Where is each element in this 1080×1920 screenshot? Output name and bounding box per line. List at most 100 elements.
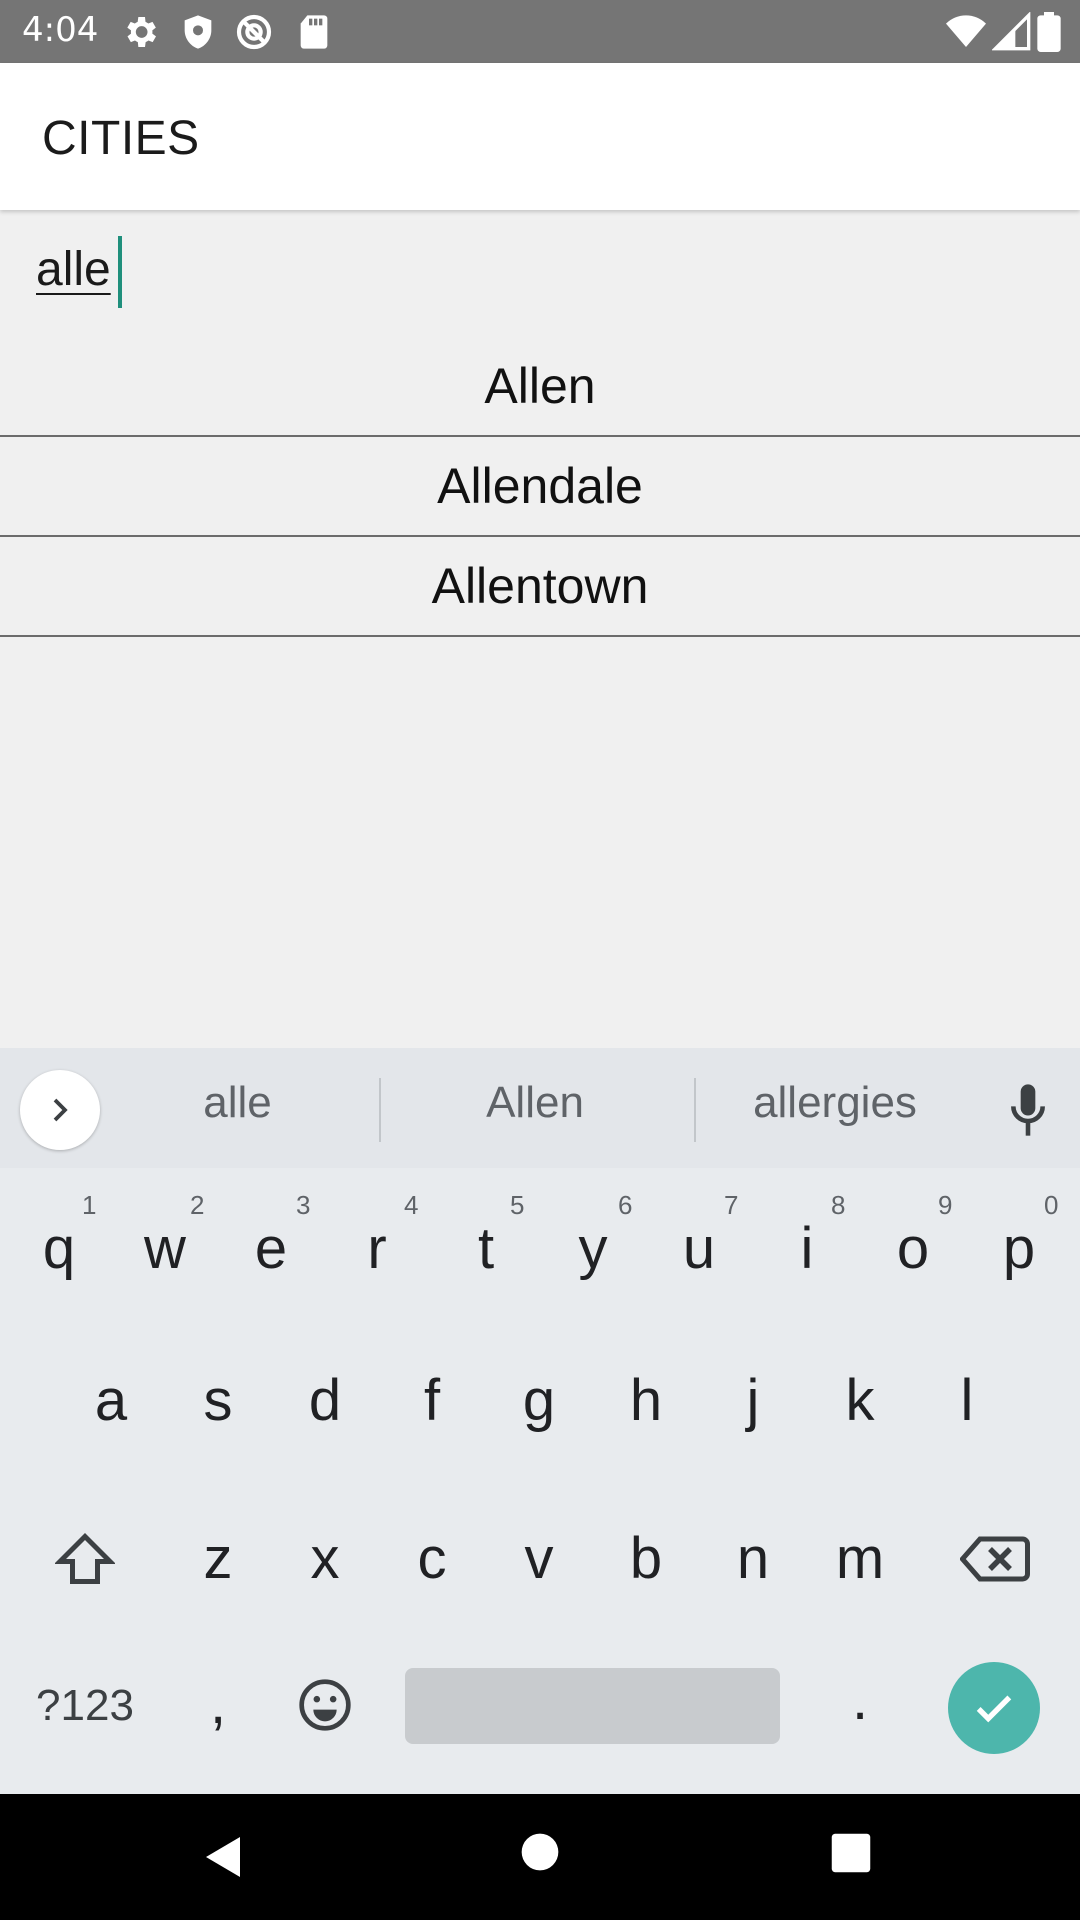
search-input[interactable]: alle — [36, 242, 111, 297]
key-label: e — [254, 1215, 288, 1281]
list-item[interactable]: Allendale — [0, 437, 1080, 537]
key-label: a — [94, 1367, 128, 1433]
key-label: g — [522, 1367, 556, 1433]
key-d[interactable]: d — [282, 1358, 368, 1442]
suggestion-3[interactable]: allergies — [735, 1078, 935, 1128]
status-bar: 4:04 — [0, 0, 1080, 63]
key-c[interactable]: c — [389, 1516, 475, 1600]
app-bar: CITIES — [0, 63, 1080, 210]
emoji-icon — [299, 1679, 351, 1731]
key-label: y — [578, 1215, 608, 1281]
key-hint: 1 — [82, 1190, 97, 1220]
status-time: 4:04 — [22, 10, 99, 50]
key-a[interactable]: a — [68, 1358, 154, 1442]
sd-card-icon — [300, 15, 328, 49]
suggestion-2[interactable]: Allen — [440, 1078, 630, 1128]
key-hint: 6 — [618, 1190, 633, 1220]
key-n[interactable]: n — [710, 1516, 796, 1600]
key-label: w — [144, 1215, 186, 1281]
expand-toolbar-button[interactable] — [20, 1070, 100, 1150]
key-label: d — [308, 1367, 342, 1433]
recents-icon[interactable] — [830, 1832, 872, 1874]
key-z[interactable]: z — [175, 1516, 261, 1600]
shield-icon — [184, 15, 212, 49]
signal-icon — [992, 12, 1031, 51]
key-g[interactable]: g — [496, 1358, 582, 1442]
key-label: u — [682, 1215, 716, 1281]
text-cursor — [118, 236, 122, 308]
key-v[interactable]: v — [496, 1516, 582, 1600]
at-sign-icon — [236, 14, 272, 50]
key-label: r — [367, 1215, 387, 1281]
key-k[interactable]: k — [817, 1358, 903, 1442]
chevron-right-icon — [53, 1098, 68, 1122]
backspace-key[interactable] — [950, 1514, 1040, 1604]
key-label: , — [209, 1670, 227, 1736]
suggestion-divider — [694, 1078, 696, 1142]
soft-keyboard: alle Allen allergies q 1 w 2 e 3 r 4 t 5… — [0, 1048, 1080, 1794]
key-label: p — [1002, 1215, 1036, 1281]
key-label: t — [477, 1215, 495, 1281]
emoji-key[interactable] — [282, 1662, 368, 1748]
key-f[interactable]: f — [389, 1358, 475, 1442]
key-j[interactable]: j — [710, 1358, 796, 1442]
shift-icon — [55, 1532, 115, 1584]
key-label: q — [42, 1215, 76, 1281]
home-icon[interactable] — [520, 1832, 560, 1872]
key-label: z — [203, 1525, 233, 1591]
key-x[interactable]: x — [282, 1516, 368, 1600]
suggestion-divider — [379, 1078, 381, 1142]
key-label: v — [524, 1525, 554, 1591]
key-label: n — [736, 1525, 770, 1591]
key-label: k — [845, 1367, 875, 1433]
key-label: c — [417, 1525, 447, 1591]
key-hint: 0 — [1044, 1190, 1059, 1220]
key-label: m — [835, 1525, 885, 1591]
key-hint: 3 — [296, 1190, 311, 1220]
navigation-bar — [0, 1794, 1080, 1920]
settings-icon — [127, 17, 156, 47]
microphone-icon[interactable] — [1006, 1082, 1050, 1138]
wifi-icon — [946, 15, 986, 47]
list-item-label: Allendale — [437, 458, 643, 514]
list-item[interactable]: Allen — [0, 337, 1080, 437]
key-hint: 4 — [404, 1190, 419, 1220]
key-hint: 7 — [724, 1190, 739, 1220]
key-h[interactable]: h — [603, 1358, 689, 1442]
key-label: f — [423, 1367, 441, 1433]
list-item-label: Allentown — [431, 558, 649, 614]
key-label: x — [310, 1525, 340, 1591]
key-s[interactable]: s — [175, 1358, 261, 1442]
checkmark-icon — [976, 1695, 1012, 1723]
symbols-key[interactable]: ?123 — [20, 1668, 150, 1744]
suggestion-1[interactable]: alle — [160, 1078, 315, 1128]
comma-key[interactable]: , — [175, 1658, 261, 1748]
list-item[interactable]: Allentown — [0, 537, 1080, 637]
key-m[interactable]: m — [817, 1516, 903, 1600]
battery-icon — [1037, 12, 1061, 52]
key-label: h — [629, 1367, 663, 1433]
key-hint: 5 — [510, 1190, 525, 1220]
suggestion-strip: alle Allen allergies — [0, 1048, 1080, 1168]
enter-key[interactable] — [948, 1662, 1040, 1754]
key-hint: 8 — [831, 1190, 846, 1220]
list-item-label: Allen — [484, 358, 596, 414]
key-b[interactable]: b — [603, 1516, 689, 1600]
page-title: CITIES — [42, 112, 200, 165]
key-label: s — [203, 1367, 233, 1433]
key-label: i — [800, 1215, 814, 1281]
space-key[interactable] — [405, 1668, 780, 1744]
key-label: o — [896, 1215, 930, 1281]
key-label: ?123 — [36, 1681, 134, 1730]
key-hint: 9 — [938, 1190, 953, 1220]
period-key[interactable]: . — [817, 1654, 903, 1744]
backspace-icon — [960, 1536, 1030, 1582]
key-label: . — [851, 1666, 869, 1732]
back-icon[interactable] — [200, 1832, 248, 1882]
key-label: l — [960, 1367, 974, 1433]
key-l[interactable]: l — [924, 1358, 1010, 1442]
key-label: b — [629, 1525, 663, 1591]
shift-key[interactable] — [40, 1514, 130, 1604]
key-label: j — [746, 1367, 760, 1433]
key-hint: 2 — [190, 1190, 205, 1220]
